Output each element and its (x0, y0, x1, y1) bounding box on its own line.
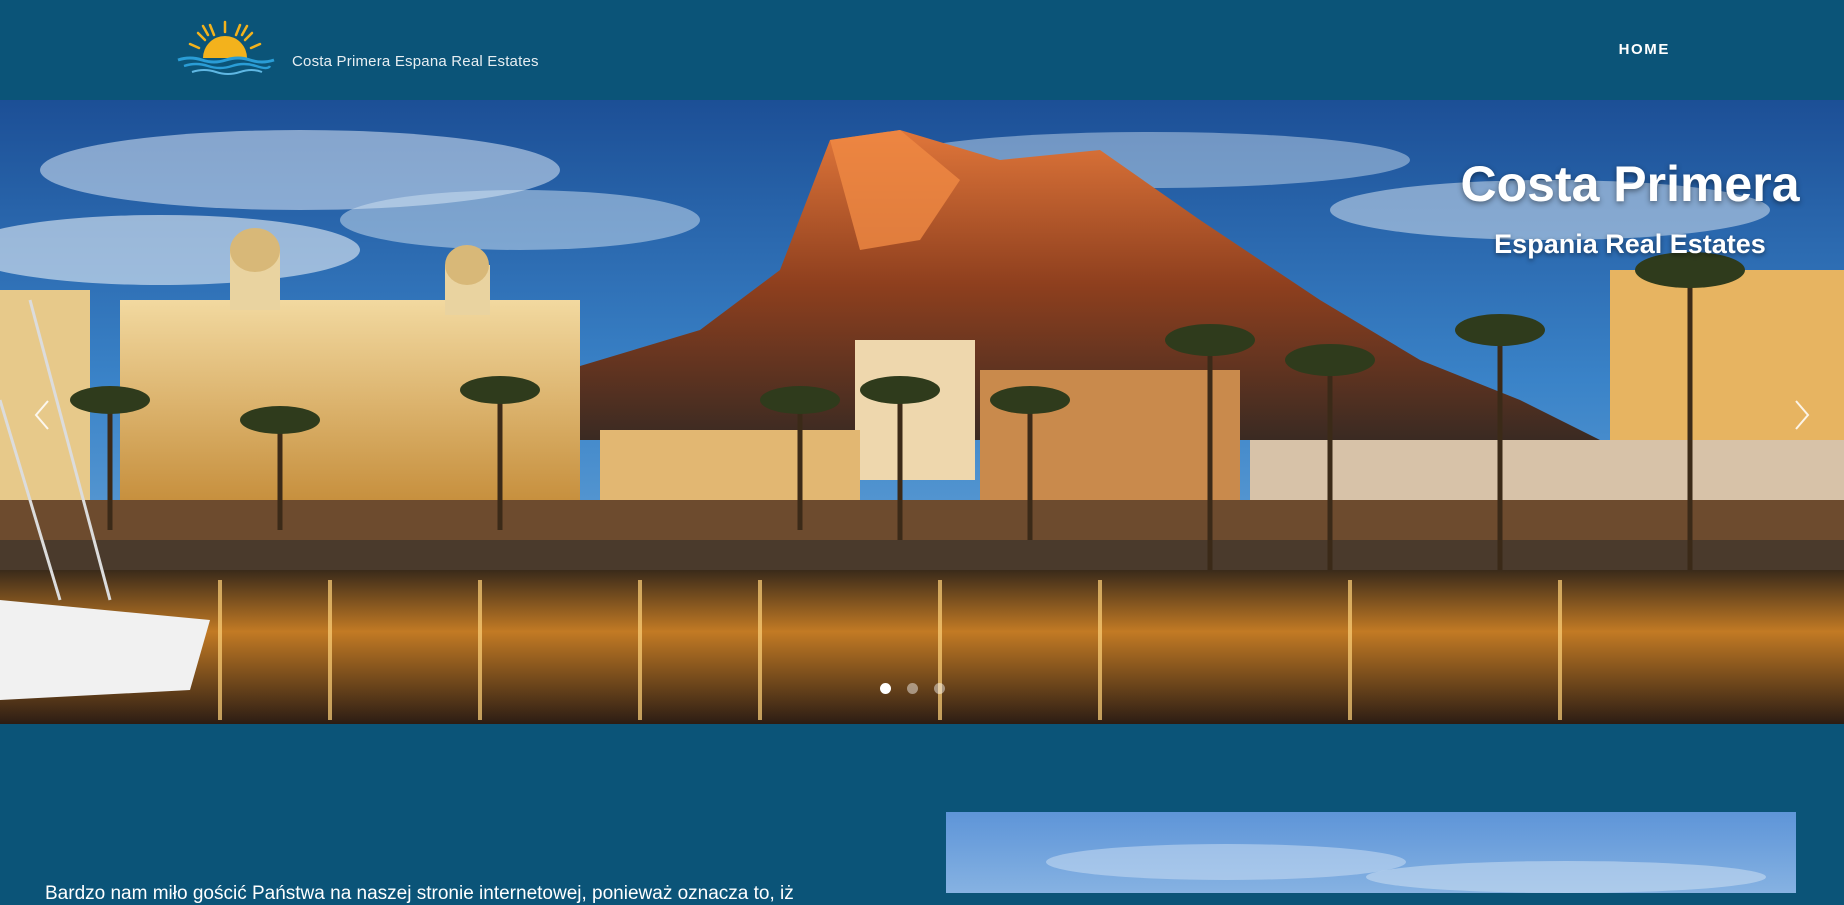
sun-over-sea-icon (177, 20, 275, 75)
slider-dots (880, 683, 945, 694)
nav-home-link[interactable]: HOME (1619, 41, 1670, 58)
slider-dot-3[interactable] (934, 683, 945, 694)
hero-subtitle: Espania Real Estates (1494, 229, 1766, 259)
slider-dot-1[interactable] (880, 683, 891, 694)
site-header: Costa Primera Espana Real Estates HOME (0, 0, 1844, 100)
chevron-left-icon (34, 400, 49, 430)
slider-dot-2[interactable] (907, 683, 918, 694)
site-logo[interactable]: Costa Primera Espana Real Estates (170, 18, 539, 78)
chevron-right-icon (1795, 400, 1810, 430)
hero-title: Costa Primera (1460, 156, 1800, 212)
hero-caption: Costa Primera Espania Real Estates (1400, 155, 1844, 260)
slider-prev-button[interactable] (28, 395, 58, 435)
slider-next-button[interactable] (1786, 395, 1816, 435)
intro-text: Bardzo nam miło gościć Państwa na naszej… (45, 883, 794, 904)
sky-image (1046, 844, 1766, 893)
logo-text: Costa Primera Espana Real Estates (292, 53, 539, 70)
hero-slider: Costa Primera Espania Real Estates (0, 100, 1844, 724)
section-image (946, 812, 1796, 893)
